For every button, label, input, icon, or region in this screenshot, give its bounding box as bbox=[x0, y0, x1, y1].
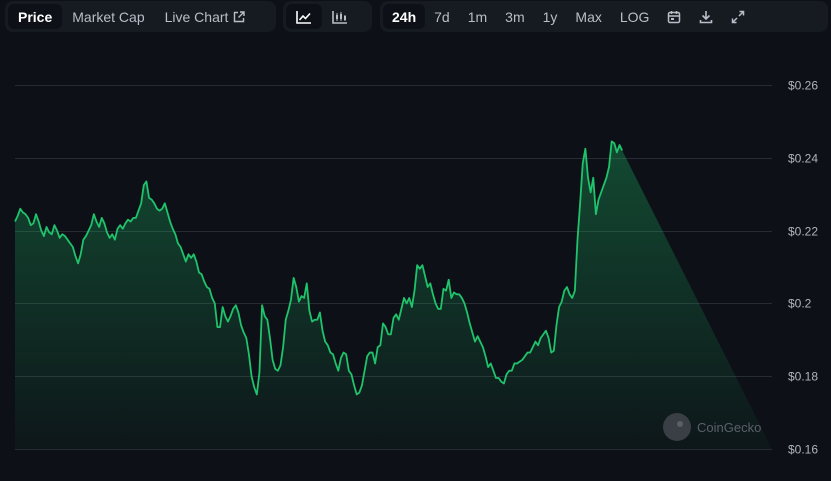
tab-live-chart-label: Live Chart bbox=[164, 8, 229, 25]
calendar-icon bbox=[668, 10, 681, 23]
line-chart-button[interactable] bbox=[286, 4, 322, 29]
tab-live-chart[interactable]: Live Chart bbox=[155, 4, 256, 29]
chart-type-group bbox=[283, 1, 372, 32]
tab-market-cap[interactable]: Market Cap bbox=[62, 4, 154, 29]
range-1y[interactable]: 1y bbox=[534, 4, 567, 29]
range-1m[interactable]: 1m bbox=[459, 4, 496, 29]
external-link-icon bbox=[234, 10, 246, 22]
y-tick-label: $0.24 bbox=[788, 152, 818, 166]
coingecko-logo-icon bbox=[663, 413, 691, 441]
fullscreen-icon bbox=[732, 10, 745, 23]
chart-toolbar: Price Market Cap Live Chart 24h 7d 1m 3m… bbox=[0, 0, 831, 34]
y-tick-label: $0.22 bbox=[788, 225, 818, 239]
range-24h-label: 24h bbox=[392, 8, 417, 25]
range-1y-label: 1y bbox=[542, 8, 558, 25]
range-3m[interactable]: 3m bbox=[496, 4, 533, 29]
download-icon bbox=[700, 10, 713, 23]
range-group: 24h 7d 1m 3m 1y Max LOG bbox=[380, 1, 828, 32]
tab-market-cap-label: Market Cap bbox=[72, 8, 145, 25]
range-max-label: Max bbox=[575, 8, 602, 25]
calendar-button[interactable] bbox=[658, 4, 690, 29]
y-axis-labels: $0.16 $0.18 $0.2 $0.22 $0.24 $0.26 bbox=[788, 79, 818, 457]
range-1m-label: 1m bbox=[467, 8, 488, 25]
log-scale-toggle[interactable]: LOG bbox=[611, 4, 659, 29]
range-3m-label: 3m bbox=[505, 8, 525, 25]
candlestick-chart-button[interactable] bbox=[322, 4, 358, 29]
y-tick-label: $0.2 bbox=[788, 297, 812, 311]
price-area-fill bbox=[15, 141, 772, 450]
y-tick-label: $0.18 bbox=[788, 370, 818, 384]
y-tick-label: $0.16 bbox=[788, 443, 818, 457]
metric-tab-group: Price Market Cap Live Chart bbox=[5, 1, 276, 32]
range-7d[interactable]: 7d bbox=[425, 4, 459, 29]
line-chart-icon bbox=[296, 10, 311, 24]
log-scale-label: LOG bbox=[619, 8, 650, 25]
range-24h[interactable]: 24h bbox=[383, 4, 426, 29]
tab-price-label: Price bbox=[18, 8, 53, 25]
range-7d-label: 7d bbox=[434, 8, 450, 25]
range-max[interactable]: Max bbox=[566, 4, 610, 29]
tab-price[interactable]: Price bbox=[8, 4, 63, 29]
y-tick-label: $0.26 bbox=[788, 79, 818, 93]
fullscreen-button[interactable] bbox=[722, 4, 754, 29]
coingecko-watermark: CoinGecko bbox=[663, 413, 761, 441]
candlestick-chart-icon bbox=[332, 10, 347, 24]
download-button[interactable] bbox=[690, 4, 722, 29]
watermark-text: CoinGecko bbox=[697, 419, 762, 435]
